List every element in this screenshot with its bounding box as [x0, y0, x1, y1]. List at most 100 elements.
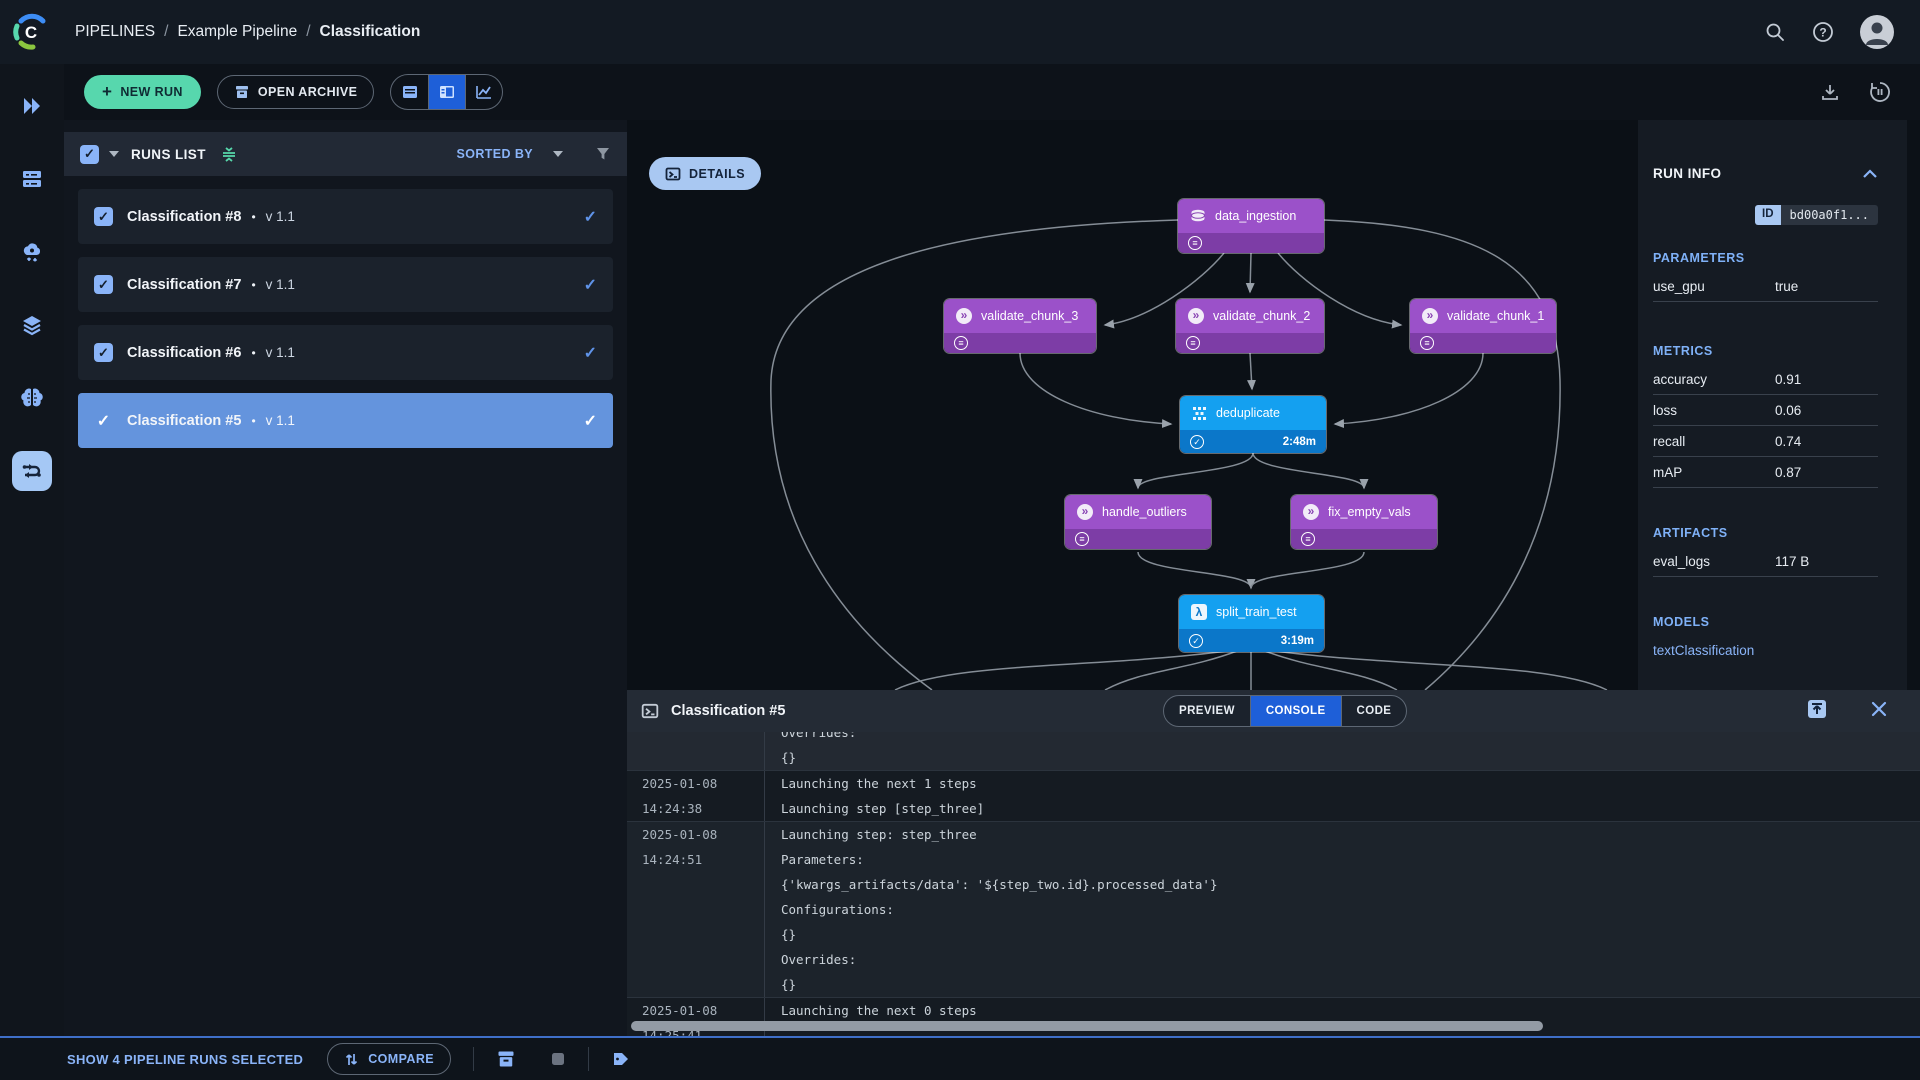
select-all-checkbox[interactable]: ✓ — [80, 145, 99, 164]
pipelines-icon[interactable] — [12, 451, 52, 491]
process-grid-icon — [1192, 406, 1207, 421]
cached-icon: ≡ — [1075, 532, 1089, 546]
run-name: Classification #7 — [127, 277, 241, 293]
node-label: handle_outliers — [1102, 505, 1187, 519]
run-checkbox[interactable]: ✓ — [94, 207, 113, 226]
dag-node-data-ingestion[interactable]: data_ingestion ≡ — [1178, 199, 1324, 253]
collapse-chevron-up-icon[interactable] — [1862, 169, 1878, 179]
datasets-layers-icon[interactable] — [12, 305, 52, 345]
dag-node-fix-empty-vals[interactable]: » fix_empty_vals ≡ — [1291, 495, 1437, 549]
run-row-classification-7[interactable]: ✓ Classification #7 • v 1.1 ✓ — [78, 257, 613, 312]
selection-count-text[interactable]: SHOW 4 PIPELINE RUNS SELECTED — [67, 1052, 303, 1067]
run-version: v 1.1 — [266, 209, 295, 224]
bullet-dot: • — [251, 210, 255, 224]
archive-action-icon[interactable] — [496, 1049, 516, 1069]
download-icon[interactable] — [1820, 82, 1840, 102]
filter-funnel-icon[interactable] — [595, 146, 611, 162]
model-link[interactable]: textClassification — [1653, 635, 1878, 666]
node-label: data_ingestion — [1215, 209, 1296, 223]
artifacts-section-title: ARTIFACTS — [1653, 526, 1878, 540]
tab-preview[interactable]: PREVIEW — [1164, 696, 1250, 726]
metric-value: 0.74 — [1775, 434, 1801, 449]
id-value[interactable]: bd00a0f1... — [1781, 205, 1878, 225]
param-value: true — [1775, 279, 1798, 294]
bullet-dot: • — [251, 346, 255, 360]
console-log[interactable]: Overrides: {} 2025-01-08 14:24:38 Launch… — [627, 732, 1920, 1036]
function-step-icon: » — [956, 308, 972, 324]
node-label: validate_chunk_1 — [1447, 309, 1544, 323]
function-step-icon: » — [1077, 504, 1093, 520]
log-line: {} — [781, 972, 1218, 997]
run-info-panel: RUN INFO ID bd00a0f1... PARAMETERS use_g… — [1638, 120, 1920, 690]
cached-icon: ≡ — [954, 336, 968, 350]
breadcrumb-project[interactable]: Example Pipeline — [177, 23, 297, 41]
run-checkbox[interactable]: ✓ — [94, 343, 113, 362]
view-toggle — [390, 74, 503, 110]
bullet-dot: • — [251, 278, 255, 292]
metrics-view-toggle[interactable] — [465, 75, 502, 109]
dag-node-validate-chunk-1[interactable]: » validate_chunk_1 ≡ — [1410, 299, 1556, 353]
scroll-to-selected-icon[interactable] — [220, 145, 238, 163]
open-in-window-icon[interactable] — [1806, 698, 1828, 720]
top-bar: C PIPELINES / Example Pipeline / Classif… — [0, 0, 1920, 64]
run-id-chip[interactable]: ID bd00a0f1... — [1653, 205, 1878, 225]
log-line: Configurations: — [781, 897, 1218, 922]
dag-node-split-train-test[interactable]: λ split_train_test ✓ 3:19m — [1179, 595, 1324, 652]
breadcrumb-pipelines[interactable]: PIPELINES — [75, 23, 155, 41]
run-row-classification-6[interactable]: ✓ Classification #6 • v 1.1 ✓ — [78, 325, 613, 380]
workers-queues-icon[interactable] — [12, 159, 52, 199]
abort-action-icon[interactable] — [550, 1051, 566, 1067]
close-icon[interactable] — [1870, 700, 1888, 718]
auto-refresh-icon[interactable] — [1868, 80, 1892, 104]
pipeline-dag-canvas[interactable]: DETAILS — [627, 120, 1638, 690]
dag-node-validate-chunk-3[interactable]: » validate_chunk_3 ≡ — [944, 299, 1096, 353]
run-checkbox[interactable]: ✓ — [94, 275, 113, 294]
log-line: {} — [781, 922, 1218, 947]
tab-code[interactable]: CODE — [1341, 696, 1407, 726]
new-run-button[interactable]: + NEW RUN — [84, 75, 201, 109]
clearml-logo-icon[interactable]: C — [11, 12, 51, 52]
help-icon[interactable]: ? — [1812, 21, 1834, 43]
metric-row: recall 0.74 — [1653, 426, 1878, 457]
runs-list-title: RUNS LIST — [131, 147, 206, 162]
metric-key: accuracy — [1653, 372, 1775, 387]
compare-button[interactable]: COMPARE — [327, 1043, 451, 1075]
dag-node-deduplicate[interactable]: deduplicate ✓ 2:48m — [1180, 396, 1326, 453]
metric-key: loss — [1653, 403, 1775, 418]
cached-icon: ≡ — [1420, 336, 1434, 350]
dag-node-handle-outliers[interactable]: » handle_outliers ≡ — [1065, 495, 1211, 549]
node-label: fix_empty_vals — [1328, 505, 1411, 519]
run-name: Classification #5 — [127, 413, 241, 429]
lambda-icon: λ — [1191, 604, 1207, 620]
open-archive-button[interactable]: OPEN ARCHIVE — [217, 75, 375, 109]
details-button[interactable]: DETAILS — [649, 157, 761, 190]
tab-console[interactable]: CONSOLE — [1250, 696, 1341, 726]
log-timestamp: 2025-01-08 14:24:38 — [627, 771, 765, 821]
artifact-value: 117 B — [1775, 554, 1809, 569]
metric-key: mAP — [1653, 465, 1775, 480]
sorted-by-control[interactable]: SORTED BY — [456, 146, 611, 162]
run-row-classification-8[interactable]: ✓ Classification #8 • v 1.1 ✓ — [78, 189, 613, 244]
models-brain-icon[interactable] — [12, 378, 52, 418]
dag-node-validate-chunk-2[interactable]: » validate_chunk_2 ≡ — [1176, 299, 1324, 353]
split-view-toggle[interactable] — [428, 75, 465, 109]
tag-action-icon[interactable] — [611, 1049, 631, 1069]
table-view-toggle[interactable] — [391, 75, 428, 109]
divider — [588, 1047, 589, 1071]
projects-icon[interactable] — [12, 86, 52, 126]
node-duration: 2:48m — [1283, 436, 1316, 448]
completed-check-icon: ✓ — [1189, 634, 1203, 648]
log-group: Overrides: {} — [627, 732, 1920, 770]
param-key: use_gpu — [1653, 279, 1775, 294]
horizontal-scrollbar[interactable] — [631, 1021, 1543, 1031]
run-selected-check-icon[interactable]: ✓ — [94, 411, 113, 431]
user-avatar[interactable] — [1860, 15, 1894, 49]
search-icon[interactable] — [1764, 21, 1786, 43]
data-cloud-icon[interactable] — [12, 232, 52, 272]
select-all-caret-icon[interactable] — [109, 151, 119, 157]
log-line: Overrides: — [781, 947, 1218, 972]
clearml-pipelines-app: C PIPELINES / Example Pipeline / Classif… — [0, 0, 1920, 1080]
run-info-scrollbar[interactable] — [1907, 120, 1920, 690]
metric-value: 0.91 — [1775, 372, 1801, 387]
run-row-classification-5-selected[interactable]: ✓ Classification #5 • v 1.1 ✓ — [78, 393, 613, 448]
